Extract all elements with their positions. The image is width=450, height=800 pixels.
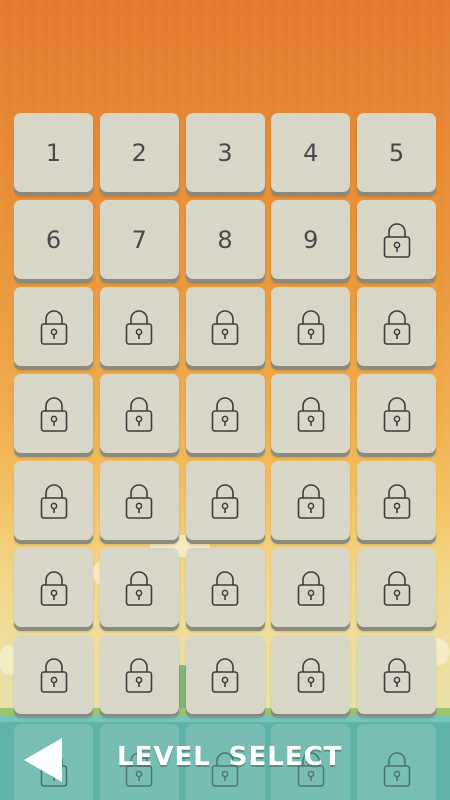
lock-icon (124, 482, 154, 520)
level-tile-locked[interactable] (271, 374, 351, 453)
level-tile-locked[interactable] (271, 461, 351, 540)
level-number: 2 (131, 138, 147, 167)
level-tile-locked[interactable] (14, 461, 93, 540)
level-tile-locked[interactable] (99, 548, 179, 627)
lock-icon (296, 395, 326, 433)
level-tile-locked[interactable] (99, 635, 179, 714)
level-tile-locked[interactable] (14, 374, 93, 453)
level-tile-6[interactable]: 6 (14, 200, 93, 279)
level-number: 9 (303, 225, 319, 254)
level-select-title-word: SELECT (228, 742, 343, 772)
lock-icon (39, 482, 69, 520)
level-tile-1[interactable]: 1 (14, 113, 93, 192)
back-arrow-icon (24, 738, 62, 782)
level-tile-locked[interactable] (185, 374, 265, 453)
lock-icon (382, 221, 412, 259)
lock-icon (210, 569, 240, 607)
lock-icon (210, 308, 240, 346)
level-tile-locked[interactable] (185, 635, 265, 714)
lock-icon (382, 308, 412, 346)
lock-icon (39, 308, 69, 346)
level-tile-locked[interactable] (357, 548, 436, 627)
level-tile-locked[interactable] (14, 635, 93, 714)
level-tile-8[interactable]: 8 (185, 200, 265, 279)
lock-icon (124, 395, 154, 433)
level-tile-7[interactable]: 7 (99, 200, 179, 279)
lock-icon (296, 569, 326, 607)
lock-icon (382, 750, 412, 788)
level-tile-locked[interactable] (14, 287, 93, 366)
level-tile-locked[interactable] (357, 287, 436, 366)
level-tile-locked[interactable] (357, 461, 436, 540)
level-tile-5[interactable]: 5 (357, 113, 436, 192)
lock-icon (124, 308, 154, 346)
lock-icon (39, 656, 69, 694)
lock-icon (296, 656, 326, 694)
level-number: 3 (217, 138, 233, 167)
level-tile-locked[interactable] (99, 287, 179, 366)
lock-icon (124, 569, 154, 607)
level-tile-locked[interactable] (357, 724, 436, 800)
lock-icon (210, 656, 240, 694)
level-tile-9[interactable]: 9 (271, 200, 351, 279)
lock-icon (39, 395, 69, 433)
level-grid: 1 2 3 4 5 6 7 8 9 (14, 113, 436, 714)
lock-icon (296, 308, 326, 346)
lock-icon (382, 395, 412, 433)
lock-icon (39, 569, 69, 607)
level-number: 1 (45, 138, 62, 167)
level-tile-locked[interactable] (271, 287, 351, 366)
water-line (0, 716, 450, 722)
level-tile-locked[interactable] (14, 548, 93, 627)
level-number: 5 (388, 138, 405, 167)
level-tile-2[interactable]: 2 (99, 113, 179, 192)
level-tile-locked[interactable] (271, 635, 351, 714)
level-number: 4 (303, 138, 319, 167)
level-number: 6 (45, 225, 62, 254)
level-tile-3[interactable]: 3 (185, 113, 265, 192)
lock-icon (382, 482, 412, 520)
level-tile-locked[interactable] (99, 374, 179, 453)
level-tile-locked[interactable] (357, 200, 436, 279)
lock-icon (296, 482, 326, 520)
level-tile-locked[interactable] (357, 635, 436, 714)
lock-icon (124, 656, 154, 694)
lock-icon (210, 395, 240, 433)
level-tile-locked[interactable] (185, 287, 265, 366)
level-select-title: LEVEL SELECT (108, 742, 348, 772)
lock-icon (210, 482, 240, 520)
lock-icon (382, 656, 412, 694)
level-select-title-word: LEVEL (117, 742, 211, 772)
level-tile-4[interactable]: 4 (271, 113, 351, 192)
back-button[interactable] (18, 734, 68, 786)
level-number: 7 (131, 225, 147, 254)
level-tile-locked[interactable] (357, 374, 436, 453)
level-tile-locked[interactable] (271, 548, 351, 627)
level-number: 8 (217, 225, 233, 254)
level-tile-locked[interactable] (185, 461, 265, 540)
lock-icon (382, 569, 412, 607)
level-tile-locked[interactable] (99, 461, 179, 540)
level-tile-locked[interactable] (185, 548, 265, 627)
